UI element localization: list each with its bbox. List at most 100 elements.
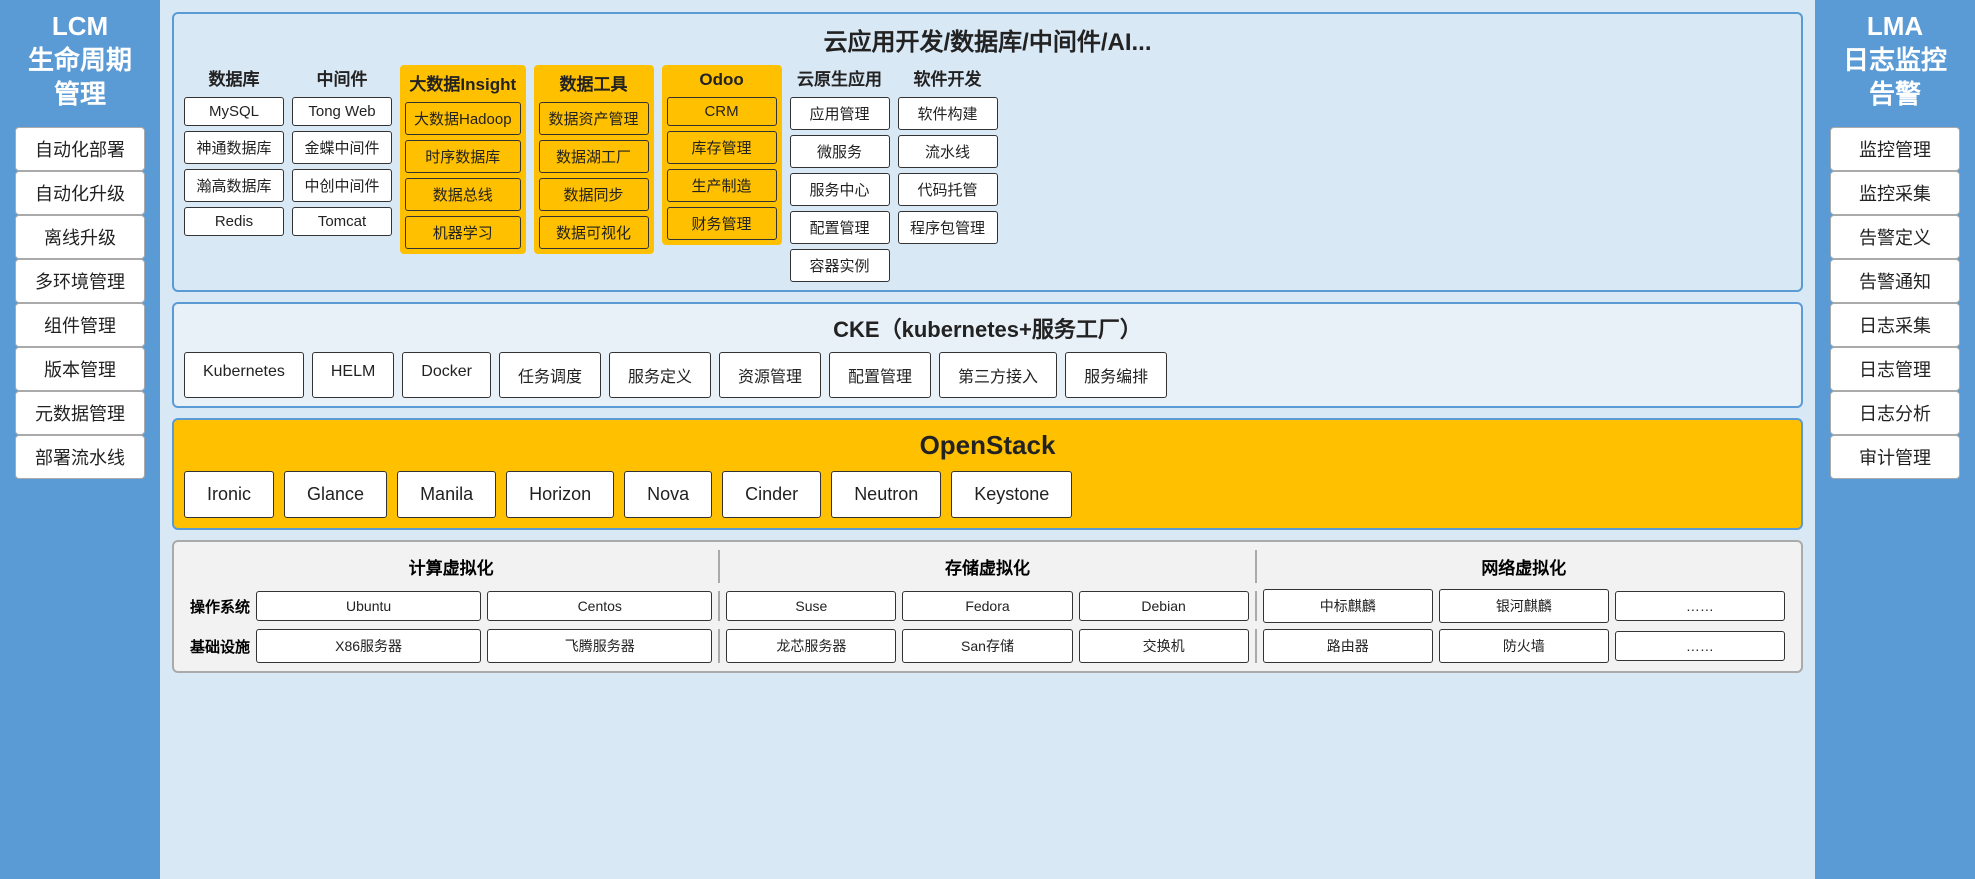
cke-item: 配置管理 — [829, 352, 931, 398]
cloud-col-title: 大数据Insight — [409, 70, 516, 95]
virt-infra-item: 防火墙 — [1439, 629, 1609, 663]
cloud-col-item: 微服务 — [790, 135, 890, 168]
cke-item: 服务编排 — [1065, 352, 1167, 398]
cloud-col-item: 金蝶中间件 — [292, 131, 392, 164]
cloud-col-title: 中间件 — [317, 65, 368, 90]
cloud-col-title: 数据工具 — [560, 70, 628, 95]
left-sidebar-item[interactable]: 多环境管理 — [15, 259, 145, 303]
cloud-col-item: 应用管理 — [790, 97, 890, 130]
openstack-item: Manila — [397, 471, 496, 518]
openstack-item: Keystone — [951, 471, 1072, 518]
cloud-grid: 数据库MySQL神通数据库瀚高数据库Redis中间件Tong Web金蝶中间件中… — [184, 65, 1791, 282]
openstack-title: OpenStack — [184, 430, 1791, 461]
virt-os-label: 操作系统 — [190, 596, 250, 617]
cloud-col-item: MySQL — [184, 97, 284, 126]
cloud-column: 大数据Insight 大数据Hadoop 时序数据库数据总线机器学习 — [400, 65, 526, 254]
virt-group-title: 网络虚拟化 — [1257, 550, 1791, 583]
cloud-col-title: 软件开发 — [914, 65, 982, 90]
cloud-column: 软件开发软件构建流水线代码托管程序包管理 — [898, 65, 998, 244]
left-sidebar-item[interactable]: 版本管理 — [15, 347, 145, 391]
right-sidebar-item[interactable]: 日志采集 — [1830, 303, 1960, 347]
virt-group-title: 计算虚拟化 — [184, 550, 720, 583]
right-sidebar-item[interactable]: 监控采集 — [1830, 171, 1960, 215]
virt-grid: 计算虚拟化存储虚拟化网络虚拟化操作系统 UbuntuCentos SuseFedor… — [184, 550, 1791, 663]
virt-infra-item: …… — [1615, 631, 1785, 661]
virt-os-item: Debian — [1079, 591, 1249, 621]
cloud-col-item: 容器实例 — [790, 249, 890, 282]
cloud-col-item: 数据总线 — [405, 178, 521, 211]
virt-os-item: …… — [1615, 591, 1785, 621]
cloud-col-item: 程序包管理 — [898, 211, 998, 244]
virt-os-item: 银河麒麟 — [1439, 589, 1609, 623]
cloud-col-item: 机器学习 — [405, 216, 521, 249]
virt-os-item: Centos — [487, 591, 712, 621]
cloud-col-item: 数据湖工厂 — [539, 140, 649, 173]
virt-table: 计算虚拟化存储虚拟化网络虚拟化操作系统 UbuntuCentos SuseFedor… — [184, 550, 1791, 663]
cloud-column: 数据工具数据资产管理数据湖工厂数据同步数据可视化 — [534, 65, 654, 254]
cke-item: 资源管理 — [719, 352, 821, 398]
virt-infra-item: San存储 — [902, 629, 1072, 663]
cloud-column: 数据库MySQL神通数据库瀚高数据库Redis — [184, 65, 284, 236]
left-sidebar-item[interactable]: 离线升级 — [15, 215, 145, 259]
right-sidebar-item[interactable]: 审计管理 — [1830, 435, 1960, 479]
cloud-column: OdooCRM库存管理生产制造财务管理 — [662, 65, 782, 245]
left-sidebar-item[interactable]: 部署流水线 — [15, 435, 145, 479]
cloud-column: 中间件Tong Web金蝶中间件中创中间件Tomcat — [292, 65, 392, 236]
cloud-col-item: 库存管理 — [667, 131, 777, 164]
left-sidebar-item[interactable]: 元数据管理 — [15, 391, 145, 435]
cloud-col-item: 生产制造 — [667, 169, 777, 202]
cke-section-title: CKE（kubernetes+服务工厂） — [184, 312, 1791, 344]
cloud-col-item: 大数据Hadoop — [405, 102, 521, 135]
right-sidebar-item[interactable]: 监控管理 — [1830, 127, 1960, 171]
cloud-col-title: 云原生应用 — [797, 65, 882, 90]
openstack-item: Cinder — [722, 471, 821, 518]
openstack-item: Nova — [624, 471, 712, 518]
left-sidebar-item[interactable]: 自动化部署 — [15, 127, 145, 171]
virt-os-item: Ubuntu — [256, 591, 481, 621]
virt-infra-item: 交换机 — [1079, 629, 1249, 663]
left-sidebar: LCM 生命周期 管理 自动化部署自动化升级离线升级多环境管理组件管理版本管理元… — [0, 0, 160, 879]
virt-infra-item: X86服务器 — [256, 629, 481, 663]
right-sidebar-item[interactable]: 日志管理 — [1830, 347, 1960, 391]
cke-item: HELM — [312, 352, 394, 398]
cloud-col-item: 配置管理 — [790, 211, 890, 244]
virt-infra-item: 飞腾服务器 — [487, 629, 712, 663]
cke-item: Kubernetes — [184, 352, 304, 398]
cloud-col-title: Odoo — [699, 70, 743, 90]
cloud-column: 云原生应用应用管理微服务服务中心配置管理容器实例 — [790, 65, 890, 282]
cloud-col-item: 服务中心 — [790, 173, 890, 206]
virt-group-title: 存储虚拟化 — [720, 550, 1256, 583]
right-sidebar: LMA 日志监控 告警 监控管理监控采集告警定义告警通知日志采集日志管理日志分析… — [1815, 0, 1975, 879]
left-sidebar-item[interactable]: 自动化升级 — [15, 171, 145, 215]
cke-item: Docker — [402, 352, 491, 398]
virt-section: 计算虚拟化存储虚拟化网络虚拟化操作系统 UbuntuCentos SuseFedor… — [172, 540, 1803, 673]
left-sidebar-item[interactable]: 组件管理 — [15, 303, 145, 347]
right-sidebar-item[interactable]: 告警定义 — [1830, 215, 1960, 259]
openstack-items: IronicGlanceManilaHorizonNovaCinderNeutr… — [184, 471, 1791, 518]
cloud-col-item: 数据资产管理 — [539, 102, 649, 135]
virt-os-item: Fedora — [902, 591, 1072, 621]
cloud-col-title: 数据库 — [209, 65, 260, 90]
cke-section: CKE（kubernetes+服务工厂） KubernetesHELMDocke… — [172, 302, 1803, 408]
cloud-col-item: 财务管理 — [667, 207, 777, 240]
cloud-col-item: 神通数据库 — [184, 131, 284, 164]
virt-os-item: Suse — [726, 591, 896, 621]
openstack-item: Neutron — [831, 471, 941, 518]
virt-infra-item: 龙芯服务器 — [726, 629, 896, 663]
cloud-col-item: Tong Web — [292, 97, 392, 126]
cloud-col-item: 数据可视化 — [539, 216, 649, 249]
cloud-col-item: 代码托管 — [898, 173, 998, 206]
right-sidebar-item[interactable]: 告警通知 — [1830, 259, 1960, 303]
cloud-col-item: 流水线 — [898, 135, 998, 168]
cloud-col-item: Redis — [184, 207, 284, 236]
cloud-col-item: 时序数据库 — [405, 140, 521, 173]
virt-infra-label: 基础设施 — [190, 636, 250, 657]
cke-item: 任务调度 — [499, 352, 601, 398]
virt-infra-item: 路由器 — [1263, 629, 1433, 663]
right-sidebar-item[interactable]: 日志分析 — [1830, 391, 1960, 435]
openstack-section: OpenStack IronicGlanceManilaHorizonNovaC… — [172, 418, 1803, 530]
cke-item: 第三方接入 — [939, 352, 1057, 398]
cloud-section-title: 云应用开发/数据库/中间件/AI... — [184, 22, 1791, 57]
cke-item: 服务定义 — [609, 352, 711, 398]
cloud-col-item: 软件构建 — [898, 97, 998, 130]
